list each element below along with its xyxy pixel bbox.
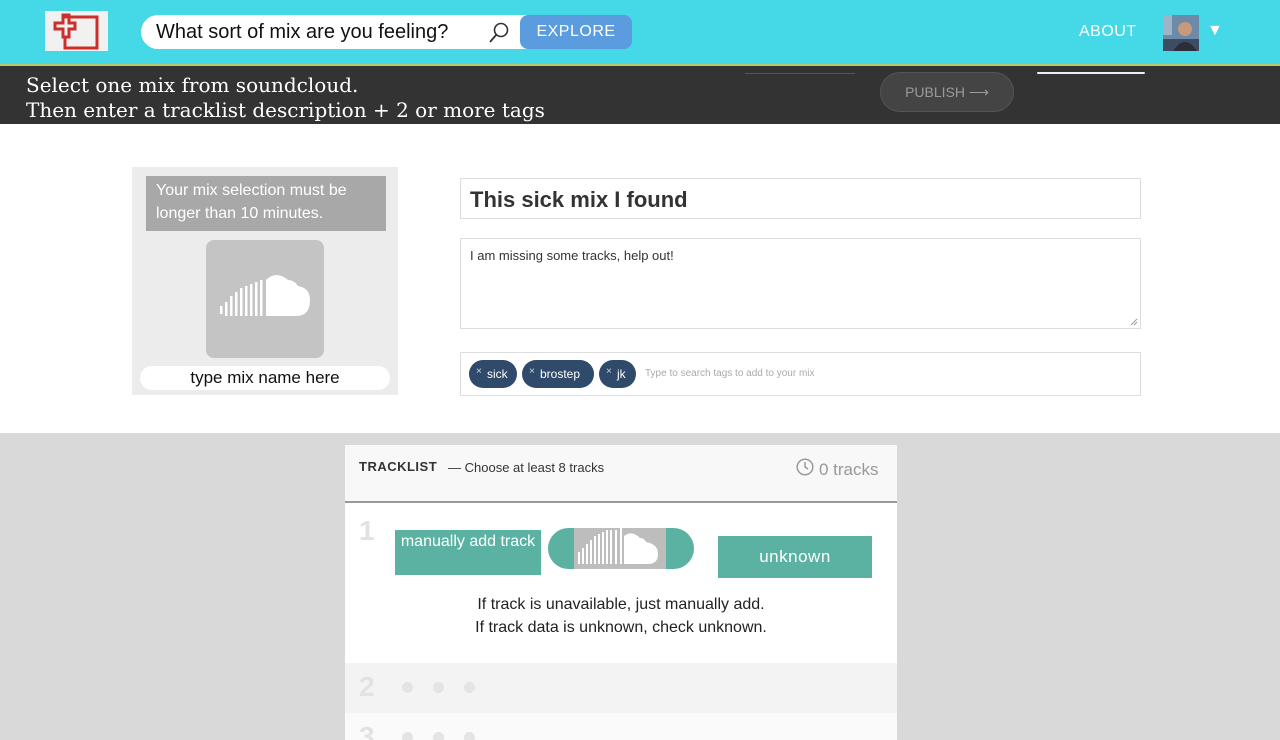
divider-line: [1037, 72, 1145, 74]
site-logo[interactable]: [45, 11, 108, 51]
tag-chip[interactable]: × jk: [599, 360, 636, 388]
publish-button[interactable]: PUBLISH ⟶: [880, 72, 1014, 112]
placeholder-dot: [402, 682, 413, 693]
tag-chip[interactable]: × brostep: [522, 360, 594, 388]
mix-name-input[interactable]: type mix name here: [140, 366, 390, 390]
tag-label: jk: [617, 367, 626, 381]
placeholder-dot: [464, 682, 475, 693]
placeholder-dot: [402, 732, 413, 740]
instructions: Select one mix from soundcloud. Then ent…: [26, 73, 545, 123]
manually-add-track-button[interactable]: manually add track: [395, 530, 541, 575]
tags-input[interactable]: × sick × brostep × jk Type to search tag…: [460, 352, 1141, 396]
instruction-line-2: Then enter a tracklist description + 2 o…: [26, 98, 545, 122]
unknown-track-button[interactable]: unknown: [718, 536, 872, 578]
divider-line: [745, 73, 855, 74]
track-row: 1 manually add track unknown If track is…: [345, 503, 897, 663]
soundcloud-search-button[interactable]: [548, 528, 694, 569]
search-icon[interactable]: [487, 21, 511, 45]
explore-button[interactable]: EXPLORE: [520, 15, 632, 49]
description-textarea[interactable]: I am missing some tracks, help out!: [460, 238, 1141, 329]
instruction-bar: Select one mix from soundcloud. Then ent…: [0, 66, 1280, 124]
mix-title-value: This sick mix I found: [470, 187, 688, 212]
search-input[interactable]: What sort of mix are you feeling?: [141, 15, 536, 49]
tag-remove-icon[interactable]: ×: [606, 358, 612, 386]
track-row[interactable]: 3: [345, 713, 897, 740]
tracklist-subtitle: — Choose at least 8 tracks: [448, 460, 605, 475]
tracklist-header: TRACKLIST — Choose at least 8 tracks 0 t…: [345, 445, 897, 503]
mix-length-notice: Your mix selection must be longer than 1…: [146, 176, 386, 231]
help-line-2: If track data is unknown, check unknown.: [475, 619, 767, 636]
resize-handle-icon[interactable]: [1130, 318, 1138, 326]
tag-chip[interactable]: × sick: [469, 360, 517, 388]
track-number: 2: [359, 671, 375, 702]
track-help-text: If track is unavailable, just manually a…: [345, 593, 897, 639]
search-placeholder: What sort of mix are you feeling?: [156, 21, 449, 43]
tag-search-placeholder[interactable]: Type to search tags to add to your mix: [645, 368, 815, 379]
placeholder-dot: [433, 682, 444, 693]
tracklist-card: TRACKLIST — Choose at least 8 tracks 0 t…: [345, 445, 897, 740]
account-dropdown-caret[interactable]: ▼: [1207, 22, 1223, 40]
mix-selection-card[interactable]: Your mix selection must be longer than 1…: [132, 167, 398, 395]
track-number: 1: [359, 515, 375, 546]
tag-label: sick: [487, 367, 508, 381]
tag-remove-icon[interactable]: ×: [476, 358, 482, 386]
tag-remove-icon[interactable]: ×: [529, 358, 535, 386]
user-photo: [1163, 15, 1199, 51]
top-nav-bar: What sort of mix are you feeling? EXPLOR…: [0, 0, 1280, 66]
instruction-line-1: Select one mix from soundcloud.: [26, 73, 359, 97]
tag-label: brostep: [540, 367, 581, 381]
soundcloud-icon: [220, 275, 310, 316]
placeholder-dot: [464, 732, 475, 740]
tracklist-title: TRACKLIST: [359, 459, 438, 474]
track-row[interactable]: 2: [345, 663, 897, 713]
track-count: 0 tracks: [819, 460, 879, 479]
soundcloud-thumb: [574, 528, 666, 569]
avatar[interactable]: [1163, 15, 1199, 51]
description-value: I am missing some tracks, help out!: [470, 248, 674, 263]
logo-icon: [53, 13, 99, 50]
soundcloud-icon: [578, 528, 658, 564]
clock-icon: [796, 458, 814, 476]
mix-title-input[interactable]: This sick mix I found: [460, 178, 1141, 219]
track-number: 3: [359, 721, 375, 740]
soundcloud-placeholder[interactable]: [206, 240, 324, 358]
placeholder-dot: [433, 732, 444, 740]
about-link[interactable]: ABOUT: [1079, 23, 1137, 41]
help-line-1: If track is unavailable, just manually a…: [477, 596, 765, 613]
